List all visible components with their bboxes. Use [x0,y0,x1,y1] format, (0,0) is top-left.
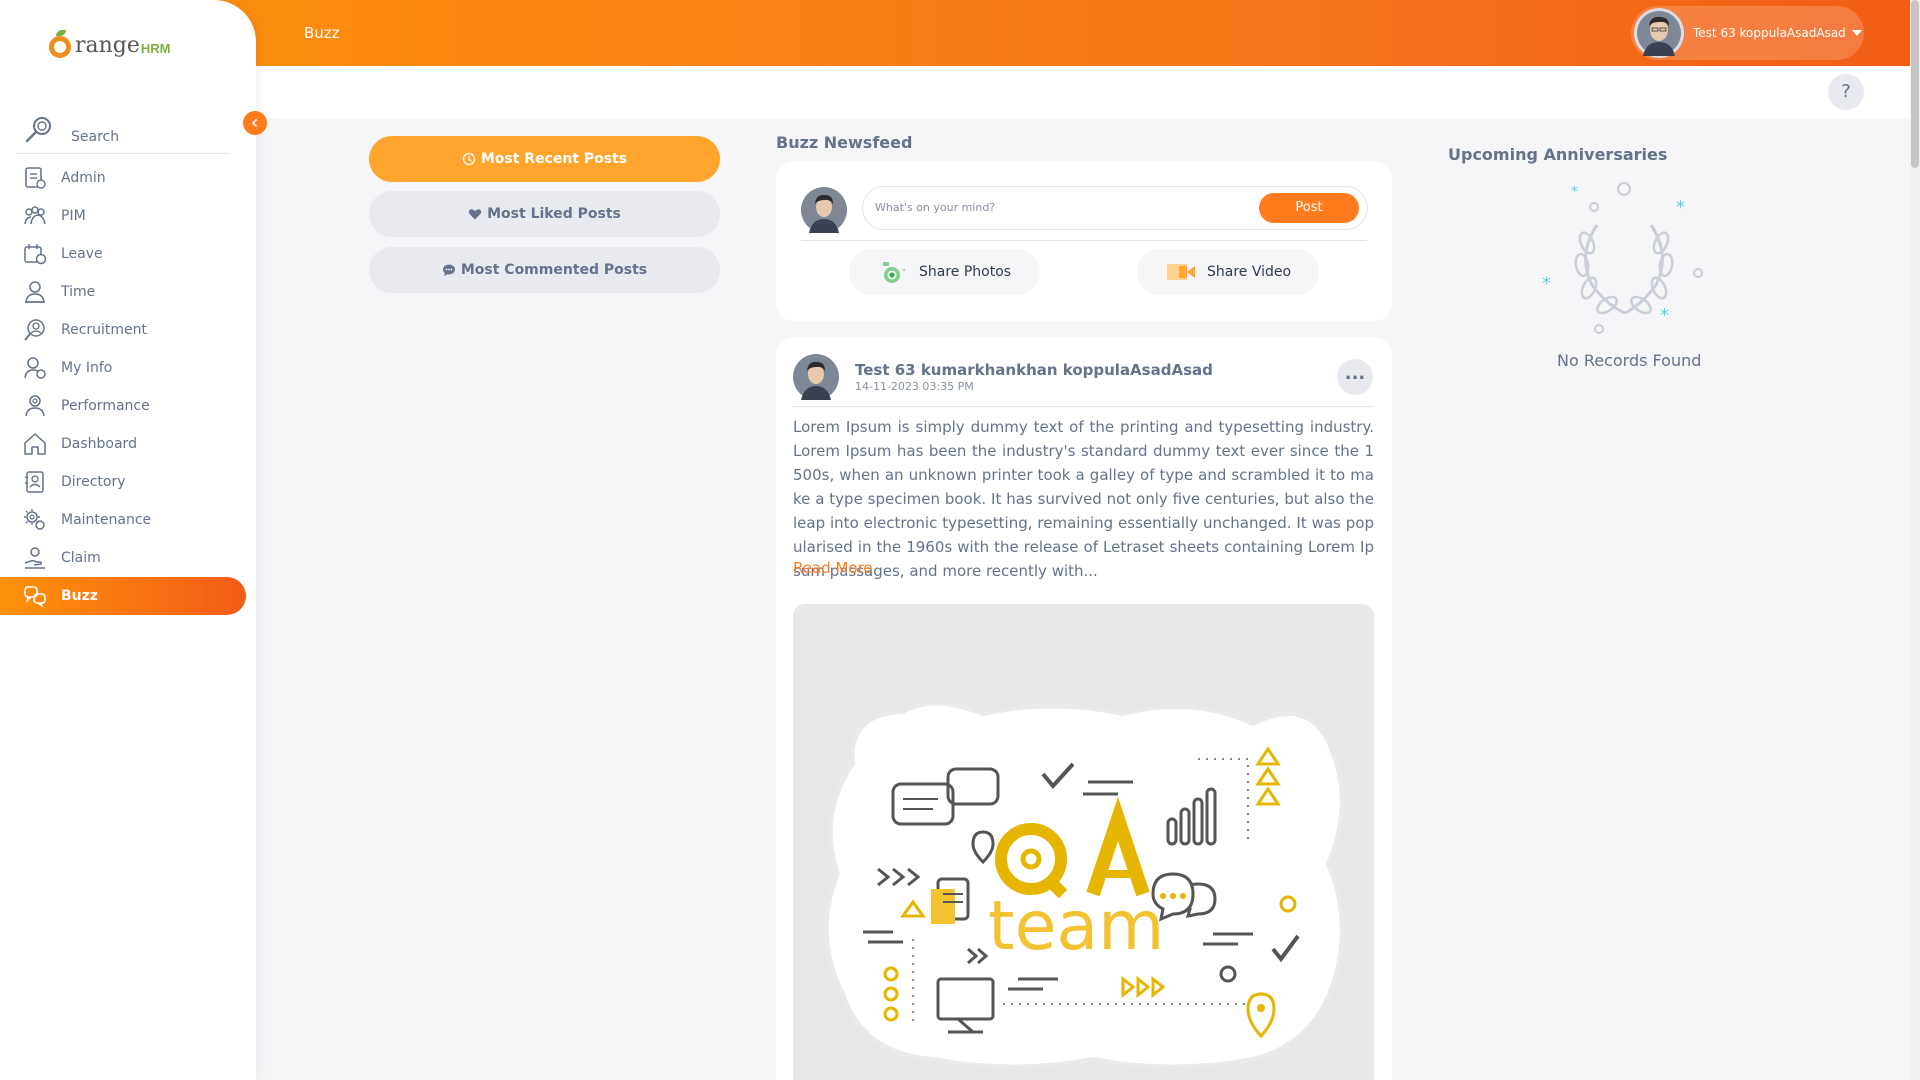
sidebar-item-label: Directory [61,474,126,490]
video-icon [1167,264,1195,280]
qa-team-illustration: team [824,701,1344,1069]
clock-icon [462,152,475,166]
user-avatar [1634,8,1684,58]
laurel-icon: * * * * [1542,182,1703,334]
sidebar-item-recruitment[interactable]: Recruitment [0,311,256,349]
sidebar-item-dashboard[interactable]: Dashboard [0,425,256,463]
read-more-link[interactable]: Read More [793,559,873,577]
compose-card: What's on your mind? Post Share Photos S… [776,161,1392,321]
orange-icon [48,30,74,58]
sidebar-item-performance[interactable]: Performance [0,387,256,425]
svg-text:*: * [1660,305,1669,326]
user-avatar [801,187,847,233]
sidebar-item-label: Buzz [61,588,98,604]
post-body: Lorem Ipsum is simply dummy text of the … [793,418,1374,580]
camera-icon [883,262,905,283]
most-recent-posts-button[interactable]: Most Recent Posts [369,136,720,182]
main-menu: Admin PIM Leave Time Recruitment My Info… [0,159,256,615]
brand-name: range [75,33,140,58]
post-card: Test 63 kumarkhankhan koppulaAsadAsad 14… [776,337,1392,1080]
user-dropdown[interactable]: Test 63 koppulaAsadAsad [1631,6,1864,60]
compose-input[interactable]: What's on your mind? Post [862,186,1368,230]
post-author[interactable]: Test 63 kumarkhankhan koppulaAsadAsad [855,361,1213,379]
buzz-icon [24,586,46,608]
post-more-options-button[interactable]: ... [1337,359,1373,395]
performance-icon [25,395,45,417]
sidebar-item-directory[interactable]: Directory [0,463,256,501]
help-button[interactable]: ? [1828,74,1864,110]
search-icon [25,116,51,142]
pim-icon [24,206,46,225]
scrollbar-thumb[interactable] [1911,0,1919,168]
sidebar: range HRM Search Admin PIM Leave Time Re… [0,0,256,1080]
brand-suffix: HRM [140,41,171,56]
heart-icon [468,209,482,220]
sidebar-item-leave[interactable]: Leave [0,235,256,273]
share-photos-button[interactable]: Share Photos [849,249,1040,295]
newsfeed-title: Buzz Newsfeed [776,133,913,152]
page-title: Buzz [304,24,340,42]
share-video-button[interactable]: Share Video [1137,249,1319,295]
sidebar-item-maintenance[interactable]: Maintenance [0,501,256,539]
sidebar-item-time[interactable]: Time [0,273,256,311]
svg-text:*: * [1542,273,1551,294]
post-image[interactable]: team [793,604,1374,1080]
sidebar-item-label: Performance [61,398,150,414]
sidebar-search[interactable]: Search [16,108,230,154]
search-label: Search [71,128,120,145]
sidebar-item-label: PIM [61,208,86,224]
no-records-text: No Records Found [1557,351,1702,370]
sidebar-item-label: Maintenance [61,512,152,528]
user-name: Test 63 koppulaAsadAsad [1693,26,1846,40]
sidebar-item-label: Time [61,284,96,300]
sidebar-item-label: Claim [61,550,101,566]
sidebar-item-my-info[interactable]: My Info [0,349,256,387]
directory-icon [25,471,44,493]
filter-label: Most Liked Posts [487,206,621,222]
svg-text:*: * [1571,184,1578,200]
recruitment-icon [24,319,45,341]
my-info-icon [24,357,46,379]
sidebar-item-admin[interactable]: Admin [0,159,256,197]
filter-label: Most Recent Posts [480,151,628,167]
most-commented-posts-button[interactable]: Most Commented Posts [369,247,720,293]
sidebar-item-buzz[interactable]: Buzz [0,577,246,615]
chevron-left-icon [251,118,258,128]
sidebar-item-claim[interactable]: Claim [0,539,256,577]
sidebar-item-pim[interactable]: PIM [0,197,256,235]
divider [801,240,1367,241]
divider [793,406,1374,407]
leave-icon [24,244,47,265]
compose-placeholder: What's on your mind? [875,201,996,214]
page-scrollbar[interactable] [1910,0,1920,1080]
team-text: team [988,887,1164,966]
author-avatar[interactable] [793,354,839,400]
maintenance-icon [24,509,45,530]
post-button[interactable]: Post [1259,193,1359,223]
time-icon [25,281,45,303]
comment-icon [442,264,455,276]
svg-text:*: * [1676,197,1685,218]
most-liked-posts-button[interactable]: Most Liked Posts [369,191,720,237]
sidebar-item-label: My Info [61,360,113,376]
share-video-label: Share Video [1207,264,1292,280]
claim-icon [24,547,45,569]
sidebar-collapse-button[interactable] [243,111,267,135]
share-photos-label: Share Photos [919,264,1012,280]
dashboard-icon [24,433,46,455]
caret-down-icon [1851,30,1862,36]
sidebar-item-label: Recruitment [61,322,148,338]
top-bar: Buzz Test 63 koppulaAsadAsad [0,0,1920,66]
post-date: 14-11-2023 03:35 PM [855,380,974,393]
orangehrm-logo[interactable]: range HRM [48,30,171,58]
sidebar-item-label: Dashboard [61,436,137,452]
anniversaries-title: Upcoming Anniversaries [1448,145,1668,164]
sub-header [0,66,1910,118]
filter-label: Most Commented Posts [460,262,648,278]
sidebar-item-label: Leave [61,246,103,262]
sidebar-item-label: Admin [61,170,106,186]
admin-icon [25,167,46,189]
